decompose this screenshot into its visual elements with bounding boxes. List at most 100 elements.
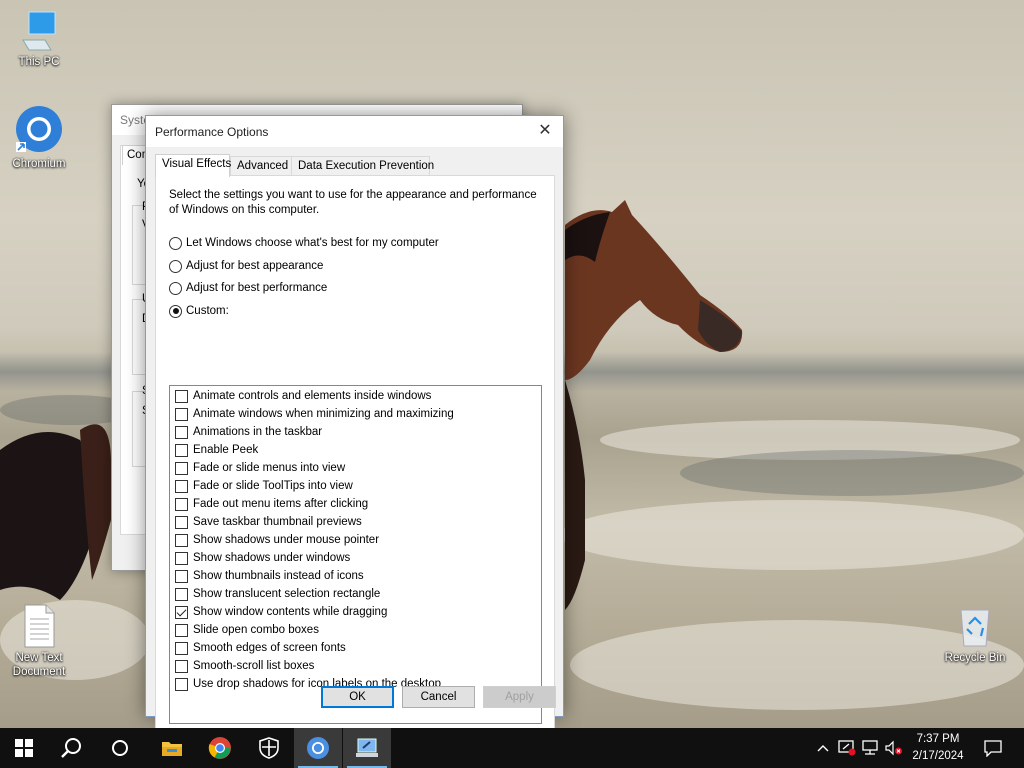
network-icon — [862, 740, 878, 755]
desktop-icon-label: Chromium — [12, 158, 66, 170]
option-label: Smooth edges of screen fonts — [193, 642, 346, 654]
tab-visual-effects[interactable]: Visual Effects — [155, 154, 231, 177]
visual-effects-panel: Select the settings you want to use for … — [155, 175, 555, 743]
close-icon: ✕ — [538, 122, 552, 139]
chromium-taskbar-button[interactable] — [294, 728, 342, 768]
checkbox[interactable] — [175, 659, 188, 673]
checkbox[interactable] — [175, 623, 188, 637]
option-label: Slide open combo boxes — [193, 624, 319, 636]
title-bar[interactable]: Performance Options ✕ — [146, 116, 563, 147]
show-hidden-icons-button[interactable] — [813, 728, 833, 768]
network-button[interactable] — [860, 728, 882, 768]
option-item[interactable]: Smooth-scroll list boxes — [175, 658, 314, 674]
radio-button[interactable] — [169, 259, 182, 273]
option-item[interactable]: Show shadows under mouse pointer — [175, 532, 379, 548]
performance-options-dialog[interactable]: Performance Options ✕ Visual Effects Adv… — [145, 115, 564, 743]
cortana-icon — [112, 740, 128, 756]
action-center-button[interactable] — [978, 728, 1008, 768]
checkbox[interactable] — [175, 641, 188, 655]
radio-button-selected[interactable] — [169, 304, 182, 318]
desktop-icon-this-pc[interactable]: This PC — [0, 10, 78, 69]
checkbox[interactable] — [175, 515, 188, 529]
option-label: Save taskbar thumbnail previews — [193, 516, 362, 528]
option-item[interactable]: Show window contents while dragging — [175, 604, 387, 620]
search-button[interactable] — [48, 728, 96, 768]
radio-label: Adjust for best performance — [186, 282, 328, 294]
option-item[interactable]: Slide open combo boxes — [175, 622, 319, 638]
notification-icon — [984, 740, 1002, 757]
option-item[interactable]: Animate controls and elements inside win… — [175, 388, 431, 404]
checkbox[interactable] — [175, 569, 188, 583]
security-warning-icon — [838, 740, 856, 756]
task-view-button[interactable] — [96, 728, 144, 768]
checkbox[interactable] — [175, 497, 188, 511]
option-label: Show shadows under mouse pointer — [193, 534, 380, 546]
checkbox-checked[interactable] — [175, 605, 188, 619]
option-label: Enable Peek — [193, 444, 259, 456]
radio-best-performance[interactable]: Adjust for best performance — [169, 280, 327, 296]
system-properties-taskbar-button[interactable] — [343, 728, 391, 768]
file-explorer-button[interactable] — [148, 728, 196, 768]
ok-button[interactable]: OK — [321, 686, 394, 708]
option-label: Animations in the taskbar — [193, 426, 323, 438]
option-item[interactable]: Animate windows when minimizing and maxi… — [175, 406, 454, 422]
volume-button[interactable] — [884, 728, 904, 768]
radio-custom[interactable]: Custom: — [169, 303, 229, 319]
clock[interactable]: 7:37 PM 2/17/2024 — [904, 731, 972, 765]
tab-advanced[interactable]: Advanced — [230, 156, 292, 176]
checkbox[interactable] — [175, 587, 188, 601]
desktop-icon-new-text-document[interactable]: New Text Document — [0, 604, 78, 679]
checkbox[interactable] — [175, 479, 188, 493]
checkbox[interactable] — [175, 551, 188, 565]
tray-security-button[interactable] — [836, 728, 858, 768]
start-button[interactable] — [0, 728, 48, 768]
option-item[interactable]: Save taskbar thumbnail previews — [175, 514, 362, 530]
checkbox[interactable] — [175, 389, 188, 403]
checkbox[interactable] — [175, 461, 188, 475]
clock-date: 2/17/2024 — [912, 750, 964, 762]
checkbox[interactable] — [175, 407, 188, 421]
file-explorer-icon — [162, 742, 182, 756]
apply-button[interactable]: Apply — [483, 686, 556, 708]
option-label: Animate controls and elements inside win… — [193, 390, 432, 402]
dialog-title: Performance Options — [155, 125, 269, 139]
option-item[interactable]: Show thumbnails instead of icons — [175, 568, 364, 584]
recycle-bin-icon — [960, 609, 990, 647]
desktop-icon-recycle-bin[interactable]: Recycle Bin — [936, 604, 1014, 665]
windows-logo-icon — [15, 739, 33, 757]
option-item[interactable]: Smooth edges of screen fonts — [175, 640, 346, 656]
option-item[interactable]: Fade out menu items after clicking — [175, 496, 368, 512]
volume-muted-icon — [885, 740, 902, 756]
cancel-button[interactable]: Cancel — [402, 686, 475, 708]
radio-best-appearance[interactable]: Adjust for best appearance — [169, 258, 323, 274]
radio-button[interactable] — [169, 281, 182, 295]
checkbox[interactable] — [175, 425, 188, 439]
checkbox[interactable] — [175, 677, 188, 691]
option-item[interactable]: Fade or slide ToolTips into view — [175, 478, 353, 494]
checkbox[interactable] — [175, 533, 188, 547]
radio-label: Let Windows choose what's best for my co… — [186, 237, 439, 249]
desktop-icon-label: New Text Document — [12, 652, 66, 678]
radio-let-windows-choose[interactable]: Let Windows choose what's best for my co… — [169, 235, 439, 251]
option-item[interactable]: Enable Peek — [175, 442, 258, 458]
checkbox[interactable] — [175, 443, 188, 457]
option-item[interactable]: Show shadows under windows — [175, 550, 350, 566]
tab-data-execution-prevention[interactable]: Data Execution Prevention — [291, 156, 434, 176]
option-label: Show shadows under windows — [193, 552, 351, 564]
security-shield-icon — [259, 737, 279, 759]
radio-button[interactable] — [169, 236, 182, 250]
windows-security-button[interactable] — [245, 728, 293, 768]
system-properties-icon — [356, 738, 378, 757]
visual-effects-list[interactable]: Animate controls and elements inside win… — [169, 385, 542, 724]
chevron-up-icon — [817, 745, 829, 752]
desktop-icon-chromium[interactable]: Chromium — [0, 104, 78, 171]
radio-label: Custom: — [186, 305, 229, 317]
close-button[interactable]: ✕ — [533, 120, 557, 142]
option-item[interactable]: Fade or slide menus into view — [175, 460, 345, 476]
chrome-button[interactable] — [196, 728, 244, 768]
text-file-icon — [24, 604, 55, 648]
desktop-icon-label: Recycle Bin — [944, 652, 1006, 664]
option-item[interactable]: Show translucent selection rectangle — [175, 586, 380, 602]
computer-icon — [22, 11, 56, 51]
option-item[interactable]: Animations in the taskbar — [175, 424, 322, 440]
